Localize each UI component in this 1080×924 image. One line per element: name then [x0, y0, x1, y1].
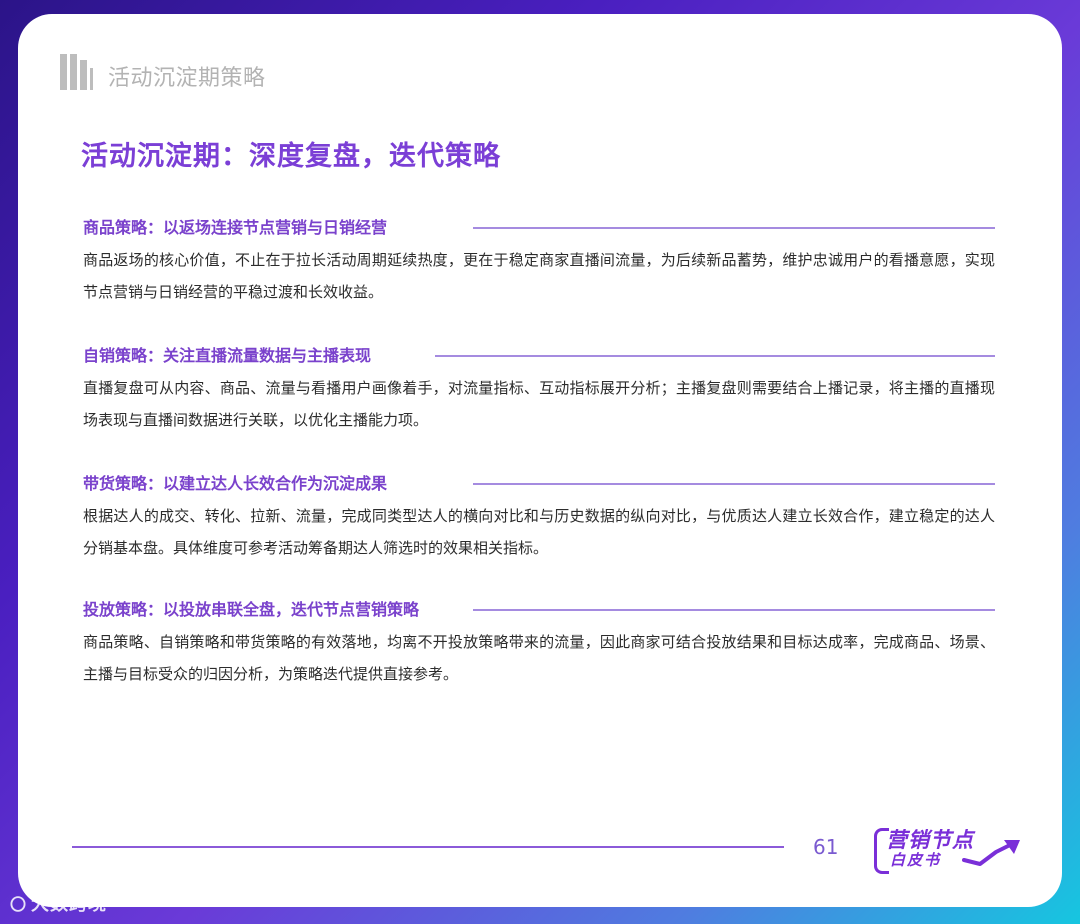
- section-ad-strategy: 投放策略：以投放串联全盘，迭代节点营销策略 商品策略、自销策略和带货策略的有效落…: [83, 596, 995, 690]
- footer-divider: [72, 846, 784, 848]
- section-title: 投放策略：以投放串联全盘，迭代节点营销策略: [83, 596, 420, 620]
- watermark-logo-icon: 〇: [10, 895, 28, 914]
- section-product-strategy: 商品策略：以返场连接节点营销与日销经营 商品返场的核心价值，不止在于拉长活动周期…: [83, 214, 995, 308]
- header-title: 活动沉淀期策略: [108, 66, 266, 91]
- section-title: 自销策略：关注直播流量数据与主播表现: [83, 342, 372, 366]
- page-title: 活动沉淀期：深度复盘，迭代策略: [81, 141, 501, 172]
- section-divider: [435, 355, 995, 357]
- watermark: 〇大数跨境: [10, 890, 107, 916]
- section-divider: [473, 609, 995, 611]
- logo-line2: 白皮书: [890, 851, 942, 869]
- section-title: 商品策略：以返场连接节点营销与日销经营: [83, 214, 388, 238]
- bar-chart-icon: [60, 54, 93, 90]
- watermark-text: 大数跨境: [31, 894, 108, 915]
- brand-logo: 营销节点 白皮书: [870, 824, 1030, 874]
- section-divider: [473, 483, 995, 485]
- section-self-sales-strategy: 自销策略：关注直播流量数据与主播表现 直播复盘可从内容、商品、流量与看播用户画像…: [83, 342, 995, 436]
- section-divider: [473, 227, 995, 229]
- section-body: 商品返场的核心价值，不止在于拉长活动周期延续热度，更在于稳定商家直播间流量，为后…: [83, 251, 995, 301]
- page-number: 61: [813, 835, 839, 859]
- section-title: 带货策略：以建立达人长效合作为沉淀成果: [83, 470, 388, 494]
- page-card: 活动沉淀期策略 活动沉淀期：深度复盘，迭代策略 商品策略：以返场连接节点营销与日…: [18, 14, 1062, 907]
- trend-arrow-icon: [962, 840, 1020, 866]
- section-body: 根据达人的成交、转化、拉新、流量，完成同类型达人的横向对比和与历史数据的纵向对比…: [83, 507, 995, 557]
- section-affiliate-strategy: 带货策略：以建立达人长效合作为沉淀成果 根据达人的成交、转化、拉新、流量，完成同…: [83, 470, 995, 564]
- section-body: 商品策略、自销策略和带货策略的有效落地，均离不开投放策略带来的流量，因此商家可结…: [83, 633, 995, 683]
- section-body: 直播复盘可从内容、商品、流量与看播用户画像着手，对流量指标、互动指标展开分析；主…: [83, 379, 995, 429]
